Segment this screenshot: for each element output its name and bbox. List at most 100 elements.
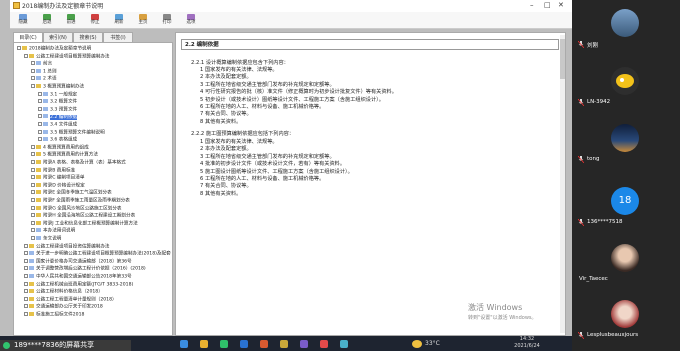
tree-item-label: 公路工程机械台班费用定额(JTG/T 3833-2018) xyxy=(36,282,134,288)
tree-item[interactable]: 附录F 全国雨季施工雨量区及雨季期划分表 xyxy=(31,198,130,204)
expand-icon[interactable] xyxy=(31,160,35,164)
expand-icon[interactable] xyxy=(31,167,35,172)
tree-item[interactable]: 附录J 工业和信息化部工程概预算编制计算方法 xyxy=(31,220,138,227)
leaf-icon xyxy=(31,76,35,81)
expand-icon[interactable] xyxy=(24,243,28,248)
app-icon-4[interactable] xyxy=(320,340,328,348)
expand-icon[interactable] xyxy=(17,46,21,50)
tree-item[interactable]: 公路工程材料价格信息（2018） xyxy=(24,289,103,295)
list-item: 6 工程所在地的人工、材料与设备、施工机械价格等。 xyxy=(200,104,325,110)
participant-tile[interactable]: tong xyxy=(575,118,675,168)
tree-item[interactable]: 标准施工招标文件2018 xyxy=(24,312,84,318)
tree-item[interactable]: 3 概算预算编制办法 xyxy=(31,84,84,90)
system-clock[interactable]: 14:32 2021/6/24 xyxy=(510,336,544,350)
app-icon-3[interactable] xyxy=(300,340,308,348)
hide-button[interactable]: 隐藏 xyxy=(12,14,34,27)
participant-tile[interactable]: LN-3942 xyxy=(575,61,675,111)
tree-item[interactable]: 1 总则 xyxy=(31,68,57,75)
forward-button[interactable]: 前进 xyxy=(60,14,82,27)
activate-windows-hint: 转到"设置"以激活 Windows。 xyxy=(468,315,537,321)
participant-tile[interactable]: Lesplusbeauxjours xyxy=(575,294,675,344)
expand-icon[interactable] xyxy=(31,205,35,210)
tree-item[interactable]: 附录C 编制项目清单 xyxy=(31,175,84,181)
tree-item[interactable]: 附录D 价格设计规定 xyxy=(31,182,85,189)
tree-item[interactable]: 公路工程工程量清单计量规则（2018） xyxy=(24,296,117,303)
refresh-button[interactable]: 刷新 xyxy=(108,14,130,27)
wechat-icon[interactable] xyxy=(220,340,228,348)
tree-item[interactable]: 附录A 表格、表格及计算（表）基本格式 xyxy=(31,160,126,166)
page-icon xyxy=(36,68,41,73)
scroll-thumb[interactable] xyxy=(560,39,565,79)
expand-icon[interactable] xyxy=(31,84,35,88)
expand-icon[interactable] xyxy=(31,190,35,195)
tree-item[interactable]: 3.2 概算文件 xyxy=(38,99,77,105)
folder-icon[interactable] xyxy=(200,340,208,348)
tree-item[interactable]: 中华人民共和国交通运输部公告2018年第33号 xyxy=(24,274,132,280)
expand-icon[interactable] xyxy=(31,198,35,202)
shared-screen: 2018编制办法及定额章节说明 – □ ✕ 隐藏 后退 前进 停止 刷新 主页 … xyxy=(0,0,572,351)
tree-item[interactable]: 交通运输部办公厅关于印发2018 xyxy=(24,304,103,310)
browser-icon[interactable] xyxy=(180,340,188,348)
expand-icon[interactable] xyxy=(31,213,35,218)
book-icon xyxy=(36,167,41,172)
expand-icon[interactable] xyxy=(24,304,28,309)
expand-icon[interactable] xyxy=(24,281,28,286)
tree-item[interactable]: 3.4 文件组成 xyxy=(38,122,77,128)
tree-item[interactable]: 3.1 一般规定 xyxy=(38,91,77,98)
tree-item-label: 2.2 编制依据 xyxy=(50,114,78,120)
participant-tile[interactable]: Vir_Taecec xyxy=(575,238,675,288)
tree-item[interactable]: 2 术语 xyxy=(31,76,57,82)
tree-item[interactable]: 关于调整营改增后公路工程计价依据（2016）(2018) xyxy=(24,266,146,272)
minimize-icon[interactable]: – xyxy=(530,1,534,9)
back-button[interactable]: 后退 xyxy=(36,14,58,27)
tree-item[interactable]: 4 概算预算费用的组成 xyxy=(31,144,89,151)
avatar xyxy=(611,244,639,272)
participant-tile[interactable]: 刘刚 xyxy=(575,3,675,53)
list-item: 3 工程所在地省级交通主管部门发布的补充规定和定额等。 xyxy=(200,153,335,160)
meeting-icon[interactable] xyxy=(240,340,248,348)
tree-item[interactable]: 条文说明 xyxy=(31,236,61,242)
tree-item[interactable]: 5 概算预算费用的计算方法 xyxy=(31,152,98,158)
tree-item[interactable]: 附录G 全国风沙地区公路施工区划分表 xyxy=(31,205,122,212)
expand-icon[interactable] xyxy=(24,289,28,294)
tree-item[interactable]: 附录E 全国冬季施工气温区划分表 xyxy=(31,190,112,196)
contents-tree[interactable]: 2018编制办法及定额章节说明 公路工程建设项目概算预算编制办法 前言 1 总则 2 术… xyxy=(13,42,173,336)
tree-item[interactable]: 关于进一步明确公路工程建设项目概算预算编制办法(2018)及配套 xyxy=(24,251,171,257)
tree-item[interactable]: 附录H 全国沿海地区公路工程建设工期划分表 xyxy=(31,213,135,219)
expand-icon[interactable] xyxy=(24,312,28,316)
scrollbar[interactable] xyxy=(560,35,565,333)
print-button[interactable]: 打印 xyxy=(156,14,178,27)
tree-item[interactable]: 公路工程建设项目概算预算编制办法 xyxy=(24,53,110,60)
tree-item[interactable]: 国家计委价格办司交通运输部〔2018〕第36号 xyxy=(24,258,132,265)
expand-icon[interactable] xyxy=(31,220,35,225)
tree-item[interactable]: 3.6 表格组成 xyxy=(38,137,77,143)
tree-item[interactable]: 本办法用词说明 xyxy=(31,228,75,234)
expand-icon[interactable] xyxy=(31,144,35,149)
tree-item[interactable]: 3.5 概算预算文件编制说明 xyxy=(38,129,105,136)
options-button[interactable]: 选项 xyxy=(180,14,202,27)
tree-item[interactable]: 前言 xyxy=(31,61,52,67)
app-icon-5[interactable] xyxy=(340,340,348,348)
close-icon[interactable]: ✕ xyxy=(558,1,564,9)
list-item: 1 国家发布的有关法律、法规等。 xyxy=(200,67,278,73)
tree-item[interactable]: 公路工程机械台班费用定额(JTG/T 3833-2018) xyxy=(24,281,134,288)
topic-pane: 2.2 编制依据 2.2.1 设计概算编制依据应包含下列内容： 1 国家发布的有… xyxy=(175,32,566,336)
participant-tile[interactable]: 18 136****7518 xyxy=(575,181,675,231)
app-icon-2[interactable] xyxy=(280,340,288,348)
list-item: 2 本办法及配套定额。 xyxy=(200,74,252,81)
tree-item[interactable]: 公路工程建设项目投资估算编制办法 xyxy=(24,243,110,250)
refresh-label: 刷新 xyxy=(114,20,124,25)
expand-icon[interactable] xyxy=(31,175,35,180)
tree-item[interactable]: 2.2 编制依据 xyxy=(38,114,78,120)
tree-item[interactable]: 附录B 费用标准 xyxy=(31,167,75,174)
tree-item[interactable]: 2018编制办法及定额章节说明 xyxy=(17,46,91,52)
tree-item[interactable]: 3.3 预算文件 xyxy=(38,106,77,113)
expand-icon[interactable] xyxy=(24,53,28,58)
expand-icon[interactable] xyxy=(31,152,35,157)
app-icon-1[interactable] xyxy=(260,340,268,348)
home-button[interactable]: 主页 xyxy=(132,14,154,27)
expand-icon[interactable] xyxy=(24,296,28,301)
maximize-icon[interactable]: □ xyxy=(544,1,551,9)
stop-button[interactable]: 停止 xyxy=(84,14,106,27)
expand-icon[interactable] xyxy=(31,182,35,187)
